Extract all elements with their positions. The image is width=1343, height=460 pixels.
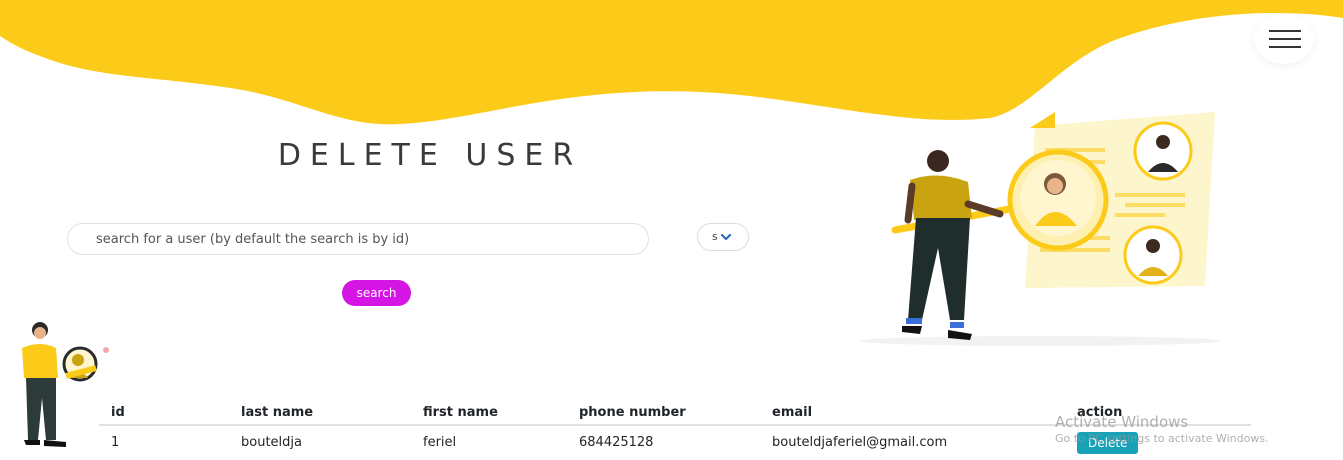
cell-phone-number: 684425128	[579, 435, 654, 450]
cell-action: Delete	[1065, 425, 1251, 459]
column-header-phone-number: phone number	[567, 402, 760, 426]
search-button[interactable]: search	[342, 280, 411, 306]
hamburger-menu-icon-bar	[1269, 38, 1301, 40]
users-table: id last name first name phone number ema…	[99, 402, 1251, 459]
hamburger-menu-icon-bar	[1269, 46, 1301, 48]
user-search-illustration	[860, 112, 1220, 346]
delete-user-button[interactable]: Delete	[1077, 432, 1139, 454]
search-type-select[interactable]: s	[697, 223, 749, 251]
column-header-last-name: last name	[229, 402, 411, 426]
column-header-action: action	[1065, 402, 1251, 426]
column-header-first-name: first name	[411, 402, 567, 426]
table-row: 1 bouteldja feriel 684425128 bouteldjafe…	[99, 425, 1251, 459]
cell-id: 1	[111, 435, 120, 450]
table-header-row: id last name first name phone number ema…	[99, 402, 1251, 426]
column-header-email: email	[760, 402, 1065, 426]
hamburger-menu-icon	[1269, 30, 1301, 32]
cell-email: bouteldjaferiel@gmail.com	[772, 435, 948, 450]
cell-first-name: feriel	[423, 435, 457, 450]
cell-last-name: bouteldja	[241, 435, 302, 450]
search-type-select-value: s	[712, 230, 718, 243]
page-title: DELETE USER	[277, 138, 583, 173]
chevron-down-icon	[720, 233, 732, 241]
hamburger-menu-button[interactable]	[1254, 14, 1314, 64]
search-input[interactable]	[67, 223, 649, 255]
column-header-id: id	[99, 402, 229, 426]
